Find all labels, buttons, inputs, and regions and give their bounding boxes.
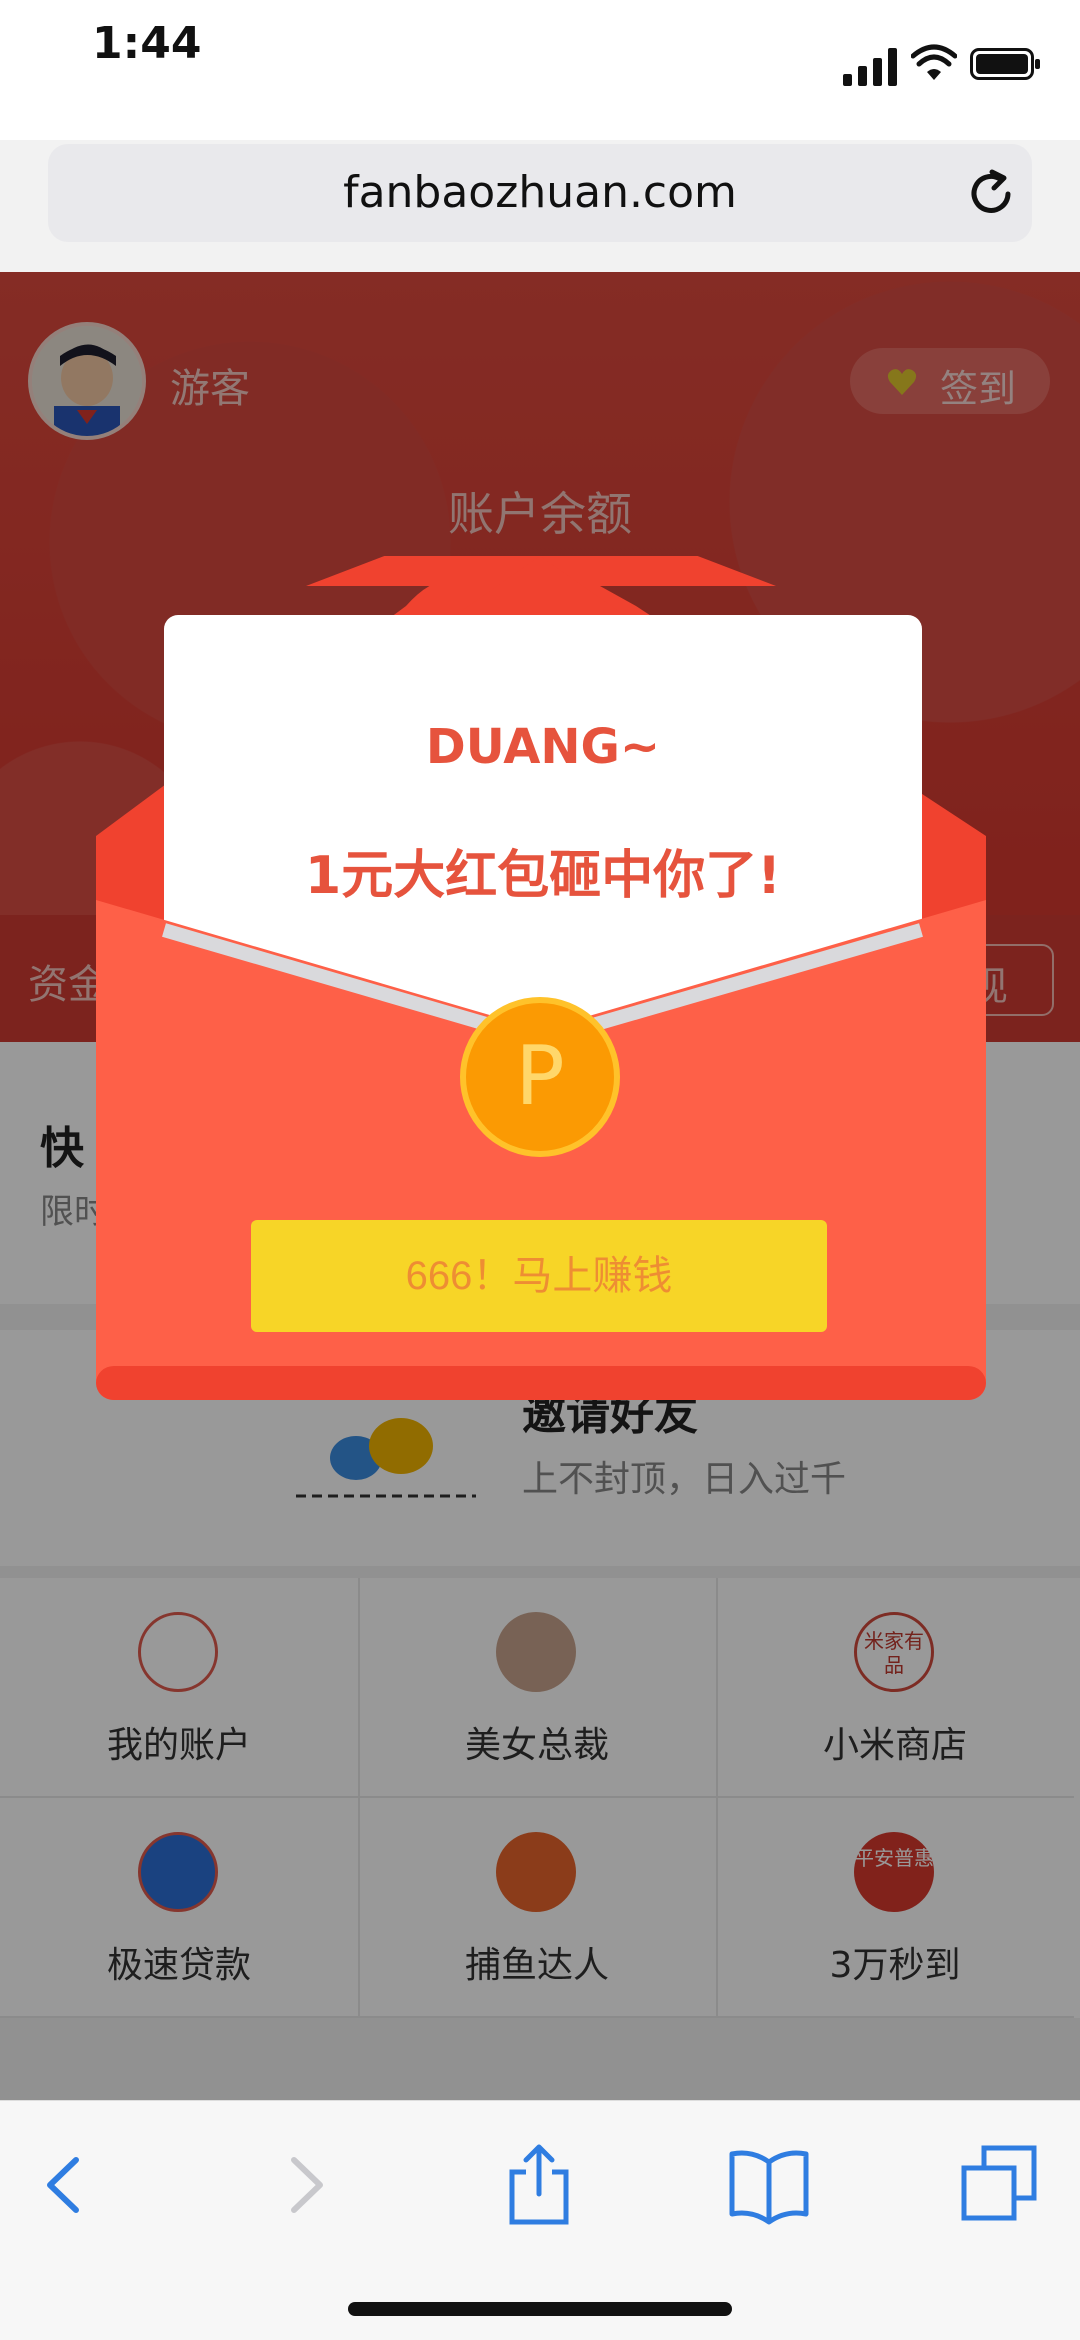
- coin-letter: P: [515, 1029, 565, 1124]
- forward-icon[interactable]: [260, 2140, 350, 2230]
- earn-now-button[interactable]: 666！马上赚钱: [251, 1220, 827, 1332]
- earn-now-label: 666！马上赚钱: [405, 1254, 673, 1298]
- home-indicator: [348, 2302, 732, 2316]
- wifi-icon: [911, 44, 957, 80]
- address-bar[interactable]: fanbaozhuan.com: [48, 144, 1032, 242]
- popup-headline: DUANG~: [425, 719, 661, 775]
- tabs-icon[interactable]: [954, 2140, 1044, 2230]
- status-time: 1:44: [92, 18, 202, 69]
- url-text: fanbaozhuan.com: [343, 167, 737, 218]
- coin-icon: P: [460, 997, 620, 1157]
- bookmarks-icon[interactable]: [724, 2140, 814, 2230]
- battery-icon: [970, 48, 1040, 80]
- share-icon[interactable]: [494, 2140, 584, 2230]
- reload-icon[interactable]: [962, 164, 1020, 222]
- cellular-signal-icon: [843, 46, 897, 86]
- back-icon[interactable]: [20, 2140, 110, 2230]
